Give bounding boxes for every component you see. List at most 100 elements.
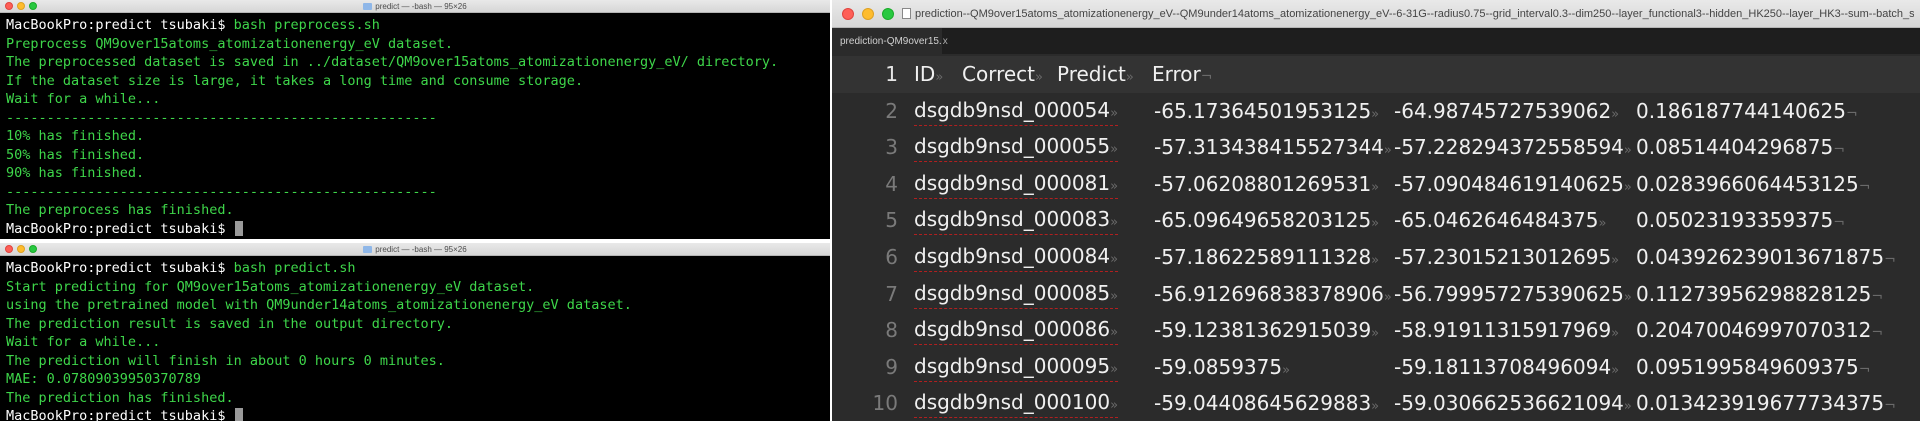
editor-line: 10 dsgdb9nsd_000100» -59.04408645629883» -5… xyxy=(832,385,1920,421)
terminal-line: MAE: 0.07809039950370789 xyxy=(6,370,826,389)
terminal-line-text: Preprocess QM9over15atoms_atomizationene… xyxy=(6,35,454,52)
shell-prompt: MacBookPro:predict tsubaki$ xyxy=(6,17,234,33)
cell-error: 0.0951995849609375¬ xyxy=(1636,349,1870,386)
shell-prompt: MacBookPro:predict tsubaki$ xyxy=(6,220,234,237)
terminal-line: Preprocess QM9over15atoms_atomizationene… xyxy=(6,35,826,54)
cell-text: dsgdb9nsd_000095 xyxy=(914,353,1111,378)
document-icon xyxy=(902,8,911,19)
cell-text: dsgdb9nsd_000083 xyxy=(914,207,1111,232)
terminal-line-text: The prediction has finished. xyxy=(6,389,234,406)
close-tab-icon[interactable]: x xyxy=(943,36,948,47)
folder-icon xyxy=(363,246,373,253)
editor-line: 4 dsgdb9nsd_000081» -57.06208801269531» -57… xyxy=(832,166,1920,203)
terminal-line-text: The prediction result is saved in the ou… xyxy=(6,315,454,332)
editor-line: 6 dsgdb9nsd_000084» -57.18622589111328» -57… xyxy=(832,239,1920,276)
terminal-line-text: bash predict.sh xyxy=(233,260,356,276)
terminal-line-text: Wait for a while... xyxy=(6,91,161,107)
cell-error: 0.11273956298828125¬ xyxy=(1636,276,1883,313)
cell-correct: -57.313438415527344» xyxy=(1154,129,1392,166)
cell-correct: -59.0859375» xyxy=(1154,349,1290,386)
cell-text: 0.0951995849609375 xyxy=(1636,354,1859,379)
tab-label: prediction-QM9over15. xyxy=(840,36,942,47)
tab-marker: » xyxy=(1110,178,1119,194)
cell-predict: -56.799957275390625» xyxy=(1394,276,1632,313)
tab-marker: » xyxy=(1371,252,1380,268)
terminal-line-text: If the dataset size is large, it takes a… xyxy=(6,72,584,89)
cell-correct: -59.12381362915039» xyxy=(1154,312,1379,349)
cell-text: -58.91911315917969 xyxy=(1394,318,1612,343)
terminal-line: Wait for a while... xyxy=(6,333,826,352)
terminal-titlebar[interactable]: predict — -bash — 95×26 xyxy=(0,0,830,13)
cell-text: -59.0859375 xyxy=(1154,354,1283,379)
tab-marker: » xyxy=(1282,362,1291,378)
terminal-output[interactable]: MacBookPro:predict tsubaki$ bash predict… xyxy=(6,259,826,421)
cell-text: dsgdb9nsd_000100 xyxy=(914,390,1111,415)
line-number: 3 xyxy=(885,135,898,160)
cell-predict: -59.030662536621094» xyxy=(1394,385,1632,421)
shell-prompt: MacBookPro:predict tsubaki$ xyxy=(6,408,234,421)
maximize-window-button[interactable] xyxy=(882,7,894,20)
terminal-line-text: ----------------------------------------… xyxy=(6,183,437,200)
cell-error: 0.08514404296875¬ xyxy=(1636,129,1845,166)
cell-text: -59.04408645629883 xyxy=(1154,391,1372,416)
cell-text: 0.013423919677734375 xyxy=(1636,391,1885,416)
tab-marker: » xyxy=(1110,142,1119,158)
cell-text: -57.090484619140625 xyxy=(1394,171,1624,196)
tab-marker: » xyxy=(1110,361,1119,377)
end-of-line-marker: ¬ xyxy=(1833,215,1845,232)
cell-text: dsgdb9nsd_000054 xyxy=(914,97,1111,122)
tab-marker: » xyxy=(1110,288,1119,304)
terminal-line: MacBookPro:predict tsubaki$ bash predict… xyxy=(6,259,826,278)
tab-marker: » xyxy=(1371,399,1380,415)
terminal-line-text: The preprocess has finished. xyxy=(6,202,234,218)
text-cursor xyxy=(234,220,243,236)
tab-marker: » xyxy=(1110,105,1119,121)
minimize-window-button[interactable] xyxy=(862,7,874,20)
cell-text: dsgdb9nsd_000085 xyxy=(914,280,1111,305)
cell-text: Error xyxy=(1152,62,1201,86)
terminal-titlebar[interactable]: predict — -bash — 95×26 xyxy=(0,243,830,256)
cell-id: dsgdb9nsd_000100» xyxy=(914,385,1119,419)
editor-text-area[interactable]: 1 ID» Correct» Predict» Error¬ 2 dsgdb9nsd_000… xyxy=(832,56,1920,421)
tab-prediction-file[interactable]: prediction-QM9over15.x xyxy=(832,28,948,54)
line-number: 9 xyxy=(885,354,898,379)
editor-line: 5 dsgdb9nsd_000083» -65.09649658203125» -65… xyxy=(832,202,1920,239)
terminal-line-text: ----------------------------------------… xyxy=(6,109,437,126)
cell-correct: -59.04408645629883» xyxy=(1154,385,1379,421)
cell-error: 0.043926239013671875¬ xyxy=(1636,239,1896,276)
end-of-line-marker: ¬ xyxy=(1884,398,1896,415)
cell-correct: -65.09649658203125» xyxy=(1154,202,1379,239)
tab-marker: » xyxy=(1611,362,1620,378)
terminal-line: ----------------------------------------… xyxy=(6,183,826,202)
line-number: 7 xyxy=(885,281,898,306)
terminal-output[interactable]: MacBookPro:predict tsubaki$ bash preproc… xyxy=(6,16,826,238)
text-cursor xyxy=(234,408,243,421)
line-number: 4 xyxy=(885,171,898,196)
line-number: 2 xyxy=(885,98,898,123)
cell-predict: -58.91911315917969» xyxy=(1394,312,1619,349)
cell-predict: -57.090484619140625» xyxy=(1394,166,1632,203)
cell-error: 0.05023193359375¬ xyxy=(1636,202,1845,239)
cell-text: ID xyxy=(914,62,936,86)
cell-text: -57.23015213012695 xyxy=(1394,244,1612,269)
editor-titlebar[interactable]: prediction--QM9over15atoms_atomizationen… xyxy=(832,0,1920,28)
tab-marker: » xyxy=(1598,216,1607,232)
cell-id: dsgdb9nsd_000054» xyxy=(914,93,1119,126)
terminal-line: 90% has finished. xyxy=(6,164,826,183)
cell-text: -59.030662536621094 xyxy=(1394,391,1624,416)
tab-marker: » xyxy=(1371,106,1380,122)
cell-error: 0.186187744140625¬ xyxy=(1636,93,1858,130)
terminal-window-preprocess[interactable]: predict — -bash — 95×26 MacBookPro:predi… xyxy=(0,0,830,239)
cell-text: Correct xyxy=(962,62,1035,86)
tab-marker: » xyxy=(1623,143,1632,159)
cell-predict: -65.0462646484375» xyxy=(1394,202,1606,239)
terminal-line-text: bash preprocess.sh xyxy=(233,17,380,33)
cell-correct: -57.18622589111328» xyxy=(1154,239,1379,276)
terminal-window-predict[interactable]: predict — -bash — 95×26 MacBookPro:predi… xyxy=(0,243,830,421)
end-of-line-marker: ¬ xyxy=(1871,325,1884,342)
text-editor-window[interactable]: prediction--QM9over15atoms_atomizationen… xyxy=(832,0,1920,421)
close-window-button[interactable] xyxy=(842,7,854,20)
line-number: 1 xyxy=(885,62,898,86)
tab-marker: » xyxy=(1110,251,1119,267)
end-of-line-marker: ¬ xyxy=(1833,142,1845,159)
